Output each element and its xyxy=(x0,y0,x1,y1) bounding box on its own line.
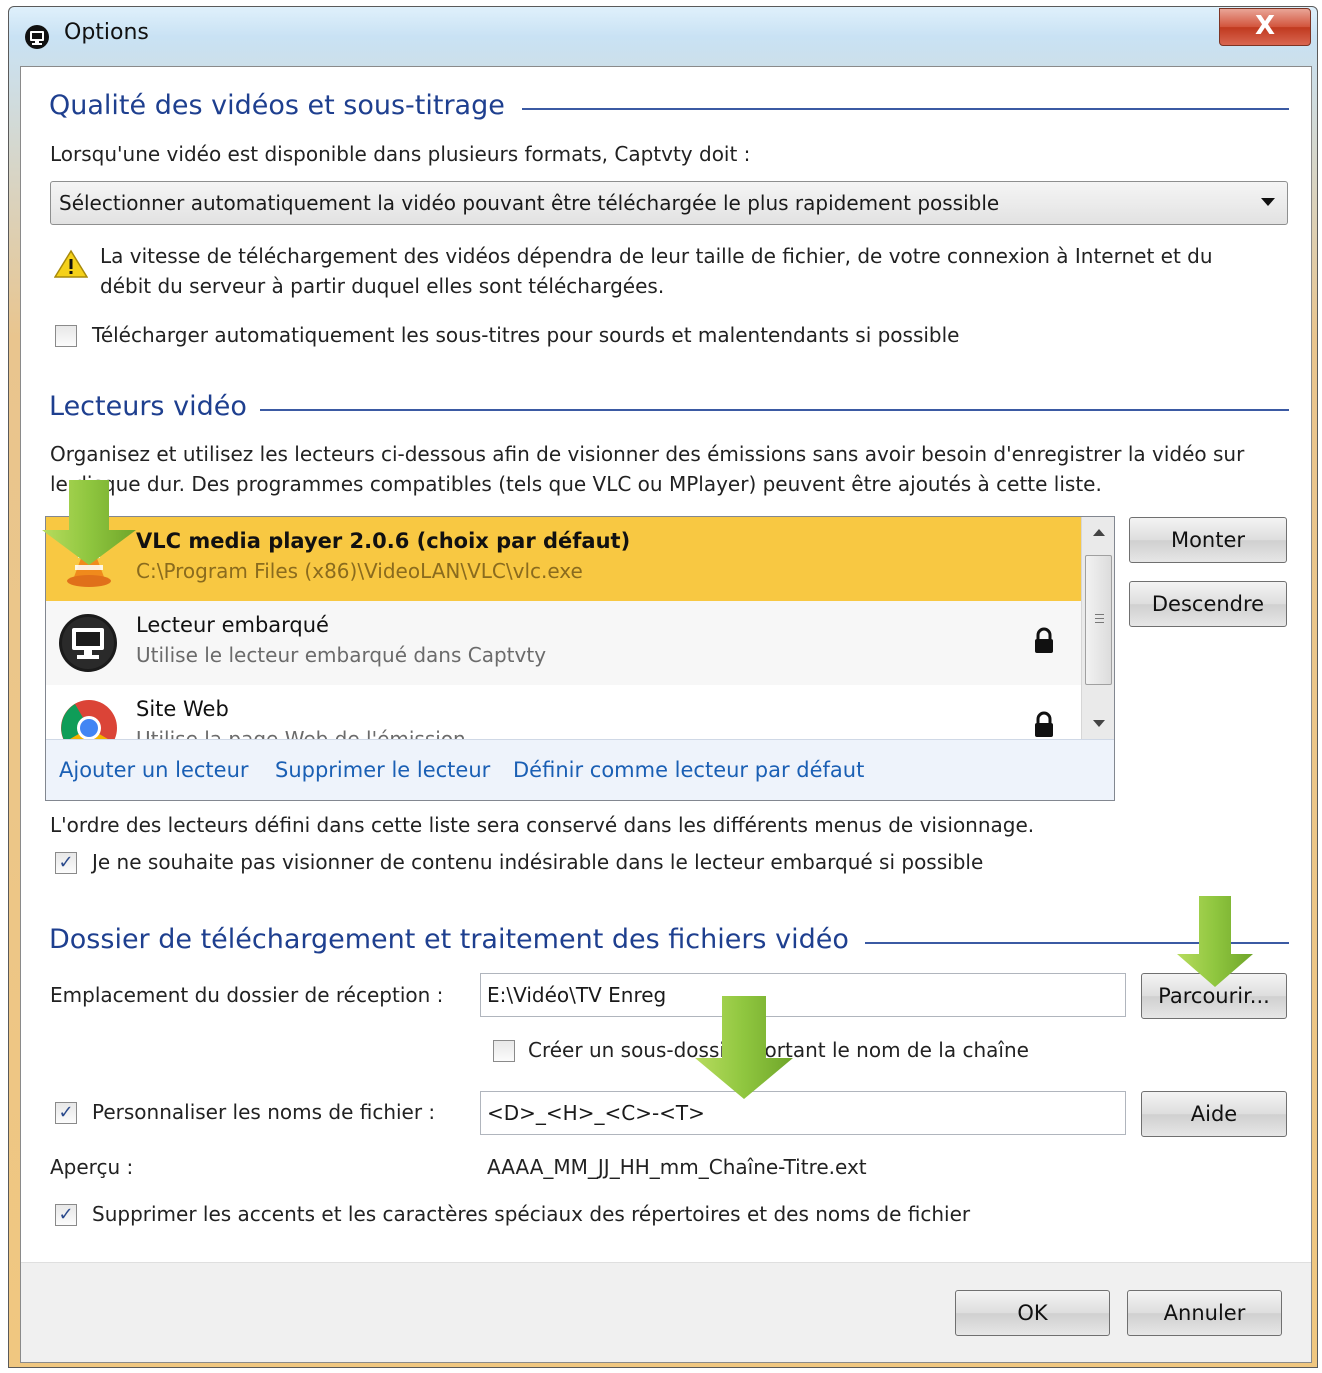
player-title: Site Web xyxy=(136,697,229,721)
players-intro-line2: le disque dur. Des programmes compatible… xyxy=(50,472,1102,496)
close-button[interactable]: X xyxy=(1219,8,1311,46)
player-path: C:\Program Files (x86)\VideoLAN\VLC\vlc.… xyxy=(136,559,583,583)
set-default-player-link[interactable]: Définir comme lecteur par défaut xyxy=(513,758,864,782)
lock-icon xyxy=(1033,711,1053,737)
custom-names-checkbox[interactable]: ✓ xyxy=(55,1102,77,1124)
preview-label: Aperçu : xyxy=(50,1155,134,1179)
quality-dropdown[interactable]: Sélectionner automatiquement la vidéo po… xyxy=(50,181,1288,225)
add-player-link[interactable]: Ajouter un lecteur xyxy=(59,758,249,782)
move-down-button[interactable]: Descendre xyxy=(1129,581,1287,627)
remove-player-link[interactable]: Supprimer le lecteur xyxy=(275,758,490,782)
players-intro-line1: Organisez et utilisez les lecteurs ci-de… xyxy=(50,442,1245,466)
player-list-scrollbar[interactable] xyxy=(1081,517,1114,739)
quality-intro-text: Lorsqu'une vidéo est disponible dans plu… xyxy=(50,142,751,166)
player-list-actions: Ajouter un lecteur Supprimer le lecteur … xyxy=(46,739,1114,800)
download-section-heading: Dossier de téléchargement et traitement … xyxy=(49,924,849,955)
subtitles-checkbox[interactable] xyxy=(55,325,77,347)
players-order-note: L'ordre des lecteurs défini dans cette l… xyxy=(50,813,1035,837)
quality-section-divider xyxy=(522,108,1289,110)
ok-button[interactable]: OK xyxy=(955,1290,1110,1336)
cancel-button[interactable]: Annuler xyxy=(1127,1290,1282,1336)
annotation-arrow-down-icon xyxy=(694,996,794,1100)
help-button[interactable]: Aide xyxy=(1141,1091,1287,1137)
annotation-arrow-down-icon xyxy=(40,480,138,566)
preview-value: AAAA_MM_JJ_HH_mm_Chaîne-Titre.ext xyxy=(487,1155,867,1179)
subfolder-checkbox[interactable] xyxy=(493,1040,515,1062)
strip-accents-checkbox[interactable]: ✓ xyxy=(55,1204,77,1226)
player-row-vlc[interactable]: VLC media player 2.0.6 (choix par défaut… xyxy=(46,517,1081,601)
players-section-heading: Lecteurs vidéo xyxy=(49,391,247,422)
move-up-button[interactable]: Monter xyxy=(1129,517,1287,563)
dialog-footer xyxy=(21,1262,1311,1362)
grip-line xyxy=(1095,614,1104,615)
folder-path-input[interactable]: E:\Vidéo\TV Enreg xyxy=(480,973,1126,1017)
folder-label: Emplacement du dossier de réception : xyxy=(50,983,444,1007)
filename-pattern-input[interactable]: <D>_<H>_<C>-<T> xyxy=(480,1091,1126,1135)
monitor-icon xyxy=(58,613,118,673)
annotation-arrow-down-icon xyxy=(1176,896,1254,988)
warning-text-line1: La vitesse de téléchargement des vidéos … xyxy=(100,244,1213,268)
warning-icon xyxy=(53,249,89,279)
custom-names-checkbox-label: Personnaliser les noms de fichier : xyxy=(92,1100,436,1124)
strip-accents-checkbox-label: Supprimer les accents et les caractères … xyxy=(92,1202,971,1226)
warning-text-line2: débit du serveur à partir duquel elles s… xyxy=(100,274,665,298)
lock-icon xyxy=(1033,627,1053,653)
no-unwanted-content-checkbox[interactable]: ✓ xyxy=(55,852,77,874)
grip-line xyxy=(1095,618,1104,619)
quality-section-heading: Qualité des vidéos et sous-titrage xyxy=(49,90,505,121)
subtitles-checkbox-label: Télécharger automatiquement les sous-tit… xyxy=(92,323,960,347)
scroll-down-arrow-icon[interactable] xyxy=(1093,720,1105,727)
player-title: Lecteur embarqué xyxy=(136,613,329,637)
player-row-embedded[interactable]: Lecteur embarqué Utilise le lecteur emba… xyxy=(46,601,1081,685)
app-icon xyxy=(24,24,50,50)
player-list[interactable]: VLC media player 2.0.6 (choix par défaut… xyxy=(45,516,1115,801)
quality-dropdown-value: Sélectionner automatiquement la vidéo po… xyxy=(59,191,1000,215)
window-title: Options xyxy=(64,20,149,45)
scroll-up-arrow-icon[interactable] xyxy=(1093,529,1105,536)
player-description: Utilise le lecteur embarqué dans Captvty xyxy=(136,643,547,667)
players-section-divider xyxy=(260,409,1289,411)
title-bar[interactable] xyxy=(9,7,1317,67)
no-unwanted-content-label: Je ne souhaite pas visionner de contenu … xyxy=(92,850,984,874)
grip-line xyxy=(1095,622,1104,623)
scrollbar-thumb[interactable] xyxy=(1085,555,1112,685)
chevron-down-icon xyxy=(1261,198,1275,206)
player-title: VLC media player 2.0.6 (choix par défaut… xyxy=(136,529,631,553)
